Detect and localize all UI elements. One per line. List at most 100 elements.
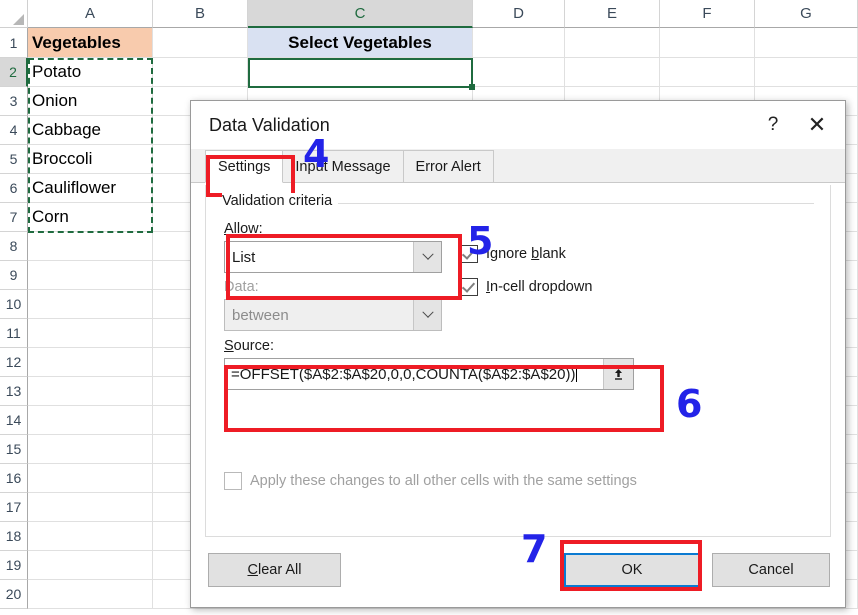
cell-A7[interactable]: Corn (28, 203, 153, 232)
row-header-11[interactable]: 11 (0, 319, 28, 348)
help-icon[interactable]: ? (751, 105, 795, 145)
cell-A12[interactable] (28, 348, 153, 377)
cell-G2[interactable] (755, 58, 858, 87)
row-header-7[interactable]: 7 (0, 203, 28, 232)
dialog-title: Data Validation (209, 114, 330, 135)
chevron-down-icon[interactable] (413, 242, 441, 272)
column-header-d[interactable]: D (473, 0, 565, 28)
row-header-18[interactable]: 18 (0, 522, 28, 551)
dialog-tab-strip: Settings Input Message Error Alert (191, 149, 845, 183)
cell-A2[interactable]: Potato (28, 58, 153, 87)
tab-error-alert[interactable]: Error Alert (402, 150, 494, 182)
row-header-3[interactable]: 3 (0, 87, 28, 116)
cell-A1[interactable]: Vegetables (28, 28, 153, 58)
row-header-1[interactable]: 1 (0, 28, 28, 58)
column-header-g[interactable]: G (755, 0, 858, 28)
source-label-rest: ource: (233, 338, 274, 354)
close-icon[interactable]: ✕ (795, 105, 839, 145)
data-combobox[interactable]: between (224, 299, 442, 331)
grid-row-1: Vegetables Select Vegetables (28, 28, 858, 58)
cell-A14[interactable] (28, 406, 153, 435)
column-header-a[interactable]: A (28, 0, 153, 28)
tab-input-message[interactable]: Input Message (282, 150, 404, 182)
grid-row-2: Potato (28, 58, 858, 87)
check-icon (461, 279, 476, 293)
cell-G1[interactable] (755, 28, 858, 58)
cell-A20[interactable] (28, 580, 153, 609)
cell-D2[interactable] (473, 58, 565, 87)
cell-A10[interactable] (28, 290, 153, 319)
row-header-2[interactable]: 2 (0, 58, 28, 87)
cell-A4[interactable]: Cabbage (28, 116, 153, 145)
column-header-f[interactable]: F (660, 0, 755, 28)
ignore-blank-checkbox[interactable] (460, 245, 478, 263)
cell-A6[interactable]: Cauliflower (28, 174, 153, 203)
cell-A5[interactable]: Broccoli (28, 145, 153, 174)
row-header-12[interactable]: 12 (0, 348, 28, 377)
data-label: Data: (224, 279, 259, 295)
apply-all-label: Apply these changes to all other cells w… (250, 473, 637, 489)
ignore-blank-checkbox-row[interactable]: Ignore blank (460, 245, 566, 263)
row-header-19[interactable]: 19 (0, 551, 28, 580)
cell-E2[interactable] (565, 58, 660, 87)
select-all-corner[interactable] (0, 0, 28, 28)
cell-F1[interactable] (660, 28, 755, 58)
clear-all-button[interactable]: Clear All (208, 553, 341, 587)
source-label-accel: S (224, 338, 234, 354)
validation-criteria-label: Validation criteria (222, 193, 339, 209)
row-header-5[interactable]: 5 (0, 145, 28, 174)
column-header-e[interactable]: E (565, 0, 660, 28)
cell-D1[interactable] (473, 28, 565, 58)
in-cell-dropdown-checkbox[interactable] (460, 278, 478, 296)
allow-value: List (232, 248, 256, 266)
column-header-b[interactable]: B (153, 0, 248, 28)
row-header-8[interactable]: 8 (0, 232, 28, 261)
row-header-16[interactable]: 16 (0, 464, 28, 493)
row-header-10[interactable]: 10 (0, 290, 28, 319)
cell-C2[interactable] (248, 58, 473, 87)
cell-A3[interactable]: Onion (28, 87, 153, 116)
source-input[interactable]: =OFFSET($A$2:$A$20,0,0,COUNTA($A$2:$A$20… (224, 358, 634, 390)
cell-E1[interactable] (565, 28, 660, 58)
column-header-row: A B C D E F G (0, 0, 858, 28)
apply-all-checkbox[interactable] (224, 472, 242, 490)
cancel-button[interactable]: Cancel (712, 553, 830, 587)
cell-A8[interactable] (28, 232, 153, 261)
cell-C1[interactable]: Select Vegetables (248, 28, 473, 58)
source-value: =OFFSET($A$2:$A$20,0,0,COUNTA($A$2:$A$20… (231, 366, 576, 383)
cell-A13[interactable] (28, 377, 153, 406)
row-header-15[interactable]: 15 (0, 435, 28, 464)
cell-B1[interactable] (153, 28, 248, 58)
cell-F2[interactable] (660, 58, 755, 87)
ok-button[interactable]: OK (564, 553, 700, 587)
row-header-4[interactable]: 4 (0, 116, 28, 145)
row-header-17[interactable]: 17 (0, 493, 28, 522)
apply-all-checkbox-row[interactable]: Apply these changes to all other cells w… (224, 472, 637, 490)
cell-A18[interactable] (28, 522, 153, 551)
data-value: between (232, 306, 289, 324)
row-header-column: 1 2 3 4 5 6 7 8 9 10 11 12 13 14 15 16 1… (0, 28, 28, 609)
row-header-20[interactable]: 20 (0, 580, 28, 609)
select-all-triangle-icon (13, 14, 24, 25)
in-cell-dropdown-checkbox-row[interactable]: In-cell dropdown (460, 278, 592, 296)
tab-settings[interactable]: Settings (205, 150, 284, 183)
cell-B2[interactable] (153, 58, 248, 87)
row-header-9[interactable]: 9 (0, 261, 28, 290)
row-header-13[interactable]: 13 (0, 377, 28, 406)
allow-label-accel: A (224, 221, 234, 237)
range-picker-icon[interactable] (603, 359, 633, 389)
source-label: Source: (224, 338, 274, 354)
row-header-14[interactable]: 14 (0, 406, 28, 435)
cell-A19[interactable] (28, 551, 153, 580)
cell-A9[interactable] (28, 261, 153, 290)
column-header-c[interactable]: C (248, 0, 473, 28)
allow-combobox[interactable]: List (224, 241, 442, 273)
cell-A15[interactable] (28, 435, 153, 464)
row-header-6[interactable]: 6 (0, 174, 28, 203)
data-validation-dialog: Data Validation ? ✕ Settings Input Messa… (190, 100, 846, 608)
cell-A16[interactable] (28, 464, 153, 493)
cell-A17[interactable] (28, 493, 153, 522)
chevron-down-icon[interactable] (413, 300, 441, 330)
cell-A11[interactable] (28, 319, 153, 348)
dialog-title-bar[interactable]: Data Validation ? ✕ (191, 101, 845, 149)
